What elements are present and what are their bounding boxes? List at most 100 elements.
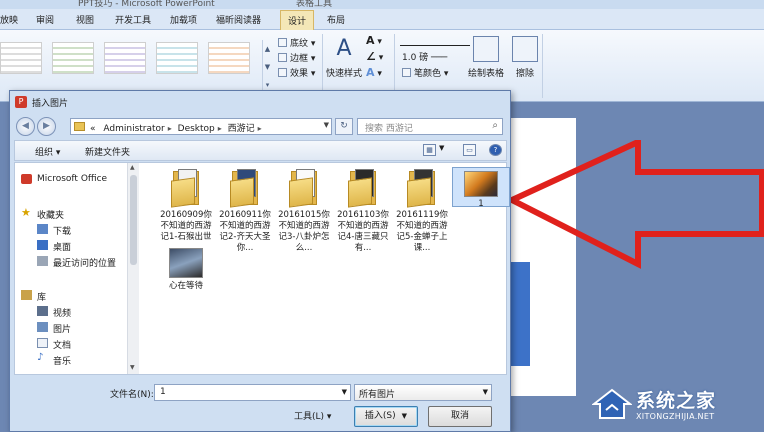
- forward-button[interactable]: ▶: [37, 117, 56, 136]
- filename-input[interactable]: 1 ▼: [154, 384, 351, 401]
- image-item[interactable]: 心在等待: [157, 248, 215, 292]
- music-icon: ♪: [37, 352, 44, 363]
- dialog-title: 插入图片: [32, 99, 69, 109]
- refresh-button[interactable]: ↻: [335, 118, 353, 135]
- draw-table-button[interactable]: 绘制表格: [468, 36, 504, 79]
- office-icon: [21, 174, 32, 184]
- gallery-up-icon[interactable]: ▲: [263, 40, 272, 58]
- address-dropdown-icon[interactable]: ▼: [324, 121, 329, 129]
- filename-dropdown-icon[interactable]: ▼: [342, 388, 347, 396]
- eraser-button[interactable]: 擦除: [512, 36, 538, 79]
- draw-table-icon: [473, 36, 499, 62]
- folder-item[interactable]: 20161119你不知道的西游记5-金蝉子上课...: [393, 169, 451, 254]
- folder-icon: [74, 122, 85, 131]
- preview-pane-icon[interactable]: ▭: [463, 144, 476, 156]
- folder-item[interactable]: 20160909你不知道的西游记1-石猴出世: [157, 169, 215, 243]
- ribbon-divider: [394, 34, 395, 98]
- image-thumbnail: [169, 248, 203, 278]
- folder-icon: [171, 169, 201, 208]
- tab-view[interactable]: 视图: [76, 13, 94, 26]
- dialog-footer: 文件名(N): 1 ▼ 所有图片 ▼ 工具(L) ▾ 插入(S) ▼ 取消: [10, 376, 510, 431]
- border-button[interactable]: 边框 ▾: [278, 51, 315, 64]
- table-style-thumb[interactable]: [104, 42, 146, 74]
- folder-icon: [289, 169, 319, 208]
- text-fill-button[interactable]: A ▾: [366, 34, 382, 47]
- address-row: ◀ ▶ « Administrator ▸ Desktop ▸ 西游记 ▸ ▼ ↻ 搜…: [10, 113, 510, 139]
- scroll-down-icon[interactable]: ▼: [130, 364, 135, 371]
- search-input[interactable]: 搜索 西游记 ⌕: [357, 118, 503, 135]
- search-icon[interactable]: ⌕: [492, 120, 498, 131]
- tab-addins[interactable]: 加载项: [170, 13, 197, 26]
- table-style-thumb[interactable]: [156, 42, 198, 74]
- tab-foxit-reader[interactable]: 福昕阅读器: [216, 13, 261, 26]
- folder-icon: [348, 169, 378, 208]
- folder-icon: [407, 169, 437, 208]
- folder-item[interactable]: 20160911你不知道的西游记2-齐天大圣你...: [216, 169, 274, 254]
- tab-review[interactable]: 审阅: [36, 13, 54, 26]
- insert-button[interactable]: 插入(S) ▼: [354, 406, 418, 427]
- filename-label: 文件名(N):: [110, 390, 154, 400]
- folder-item[interactable]: 20161103你不知道的西游记4-唐三藏只有...: [334, 169, 392, 254]
- gallery-down-icon[interactable]: ▼: [263, 58, 272, 76]
- pen-color-button[interactable]: 笔颜色 ▾: [402, 66, 448, 79]
- shading-icon: [278, 38, 287, 47]
- filetype-select[interactable]: 所有图片 ▼: [354, 384, 492, 401]
- address-bar[interactable]: « Administrator ▸ Desktop ▸ 西游记 ▸ ▼: [70, 118, 332, 135]
- breadcrumb-item[interactable]: Administrator: [103, 124, 164, 134]
- table-style-thumb[interactable]: [208, 42, 250, 74]
- dialog-content: Microsoft Office ★ 收藏夹 下载 桌面 最近访问的位置 库 视…: [14, 162, 510, 375]
- dialog-titlebar: P 插入图片: [10, 91, 510, 113]
- watermark-logo-icon: [592, 388, 632, 419]
- red-arrow-annotation: [510, 140, 764, 269]
- help-icon[interactable]: ?: [489, 144, 502, 156]
- tools-menu-button[interactable]: 工具(L) ▾: [294, 409, 331, 422]
- pictures-icon: [37, 322, 48, 332]
- navigation-scrollbar[interactable]: ▲ ▼: [127, 163, 139, 374]
- tab-slideshow[interactable]: 放映: [0, 13, 18, 26]
- breadcrumb[interactable]: « Administrator ▸ Desktop ▸ 西游记 ▸: [90, 121, 265, 134]
- breadcrumb-item[interactable]: Desktop: [178, 124, 215, 134]
- new-folder-button[interactable]: 新建文件夹: [85, 145, 130, 158]
- breadcrumb-item[interactable]: 西游记: [228, 124, 255, 134]
- ribbon-tabs: 放映 审阅 视图 开发工具 加载项 福昕阅读器 设计 布局: [0, 9, 764, 31]
- insert-picture-dialog: P 插入图片 ◀ ▶ « Administrator ▸ Desktop ▸ 西游记…: [9, 90, 511, 432]
- watermark: 系统之家 XITONGZHIJIA.NET: [592, 378, 762, 430]
- app-titlebar: PPT技巧 - Microsoft PowerPoint 表格工具: [0, 0, 764, 9]
- scroll-up-icon[interactable]: ▲: [130, 164, 135, 171]
- navigation-pane: Microsoft Office ★ 收藏夹 下载 桌面 最近访问的位置 库 视…: [15, 163, 127, 374]
- watermark-title: 系统之家: [636, 390, 717, 412]
- view-options-icon[interactable]: ▦: [423, 144, 436, 156]
- text-effects-button[interactable]: A ▾: [366, 66, 382, 79]
- tab-layout[interactable]: 布局: [327, 13, 345, 26]
- table-style-thumb[interactable]: [0, 42, 42, 74]
- contextual-tab-title: 表格工具: [296, 0, 333, 9]
- cancel-button[interactable]: 取消: [428, 406, 492, 427]
- pen-style-select[interactable]: [400, 34, 470, 46]
- insert-dropdown-icon[interactable]: ▼: [402, 412, 407, 420]
- shading-button[interactable]: 底纹 ▾: [278, 36, 315, 49]
- effects-button[interactable]: 效果 ▾: [278, 66, 315, 79]
- text-outline-button[interactable]: ∠ ▾: [366, 50, 383, 63]
- file-list: 20160909你不知道的西游记1-石猴出世 20160911你不知道的西游记2…: [141, 163, 510, 374]
- scroll-thumb[interactable]: [130, 175, 137, 265]
- library-icon: [21, 290, 32, 300]
- text-effects-icon: A: [366, 66, 375, 79]
- chevron-down-icon: ▼: [482, 388, 488, 396]
- border-icon: [278, 53, 287, 62]
- table-style-thumb[interactable]: [52, 42, 94, 74]
- image-thumbnail: [464, 171, 498, 197]
- dialog-toolbar: 组织 ▾ 新建文件夹 ▦ ▼ ▭ ?: [14, 140, 507, 161]
- tab-developer[interactable]: 开发工具: [115, 13, 151, 26]
- ribbon-divider: [542, 34, 543, 98]
- back-button[interactable]: ◀: [16, 117, 35, 136]
- tab-design[interactable]: 设计: [280, 10, 315, 31]
- folder-item[interactable]: 20161015你不知道的西游记3-八卦炉怎么...: [275, 169, 333, 254]
- organize-button[interactable]: 组织 ▾: [35, 145, 60, 158]
- powerpoint-app-icon: P: [15, 96, 27, 108]
- table-style-gallery[interactable]: ▲ ▼ ▾: [0, 38, 272, 96]
- view-dropdown-icon[interactable]: ▼: [439, 144, 444, 152]
- image-item-selected[interactable]: 1: [452, 167, 510, 209]
- pen-weight-select[interactable]: 1.0 磅 ───: [402, 50, 447, 63]
- gallery-scroll[interactable]: ▲ ▼ ▾: [262, 40, 272, 96]
- quick-styles-button[interactable]: A 快速样式: [326, 36, 362, 79]
